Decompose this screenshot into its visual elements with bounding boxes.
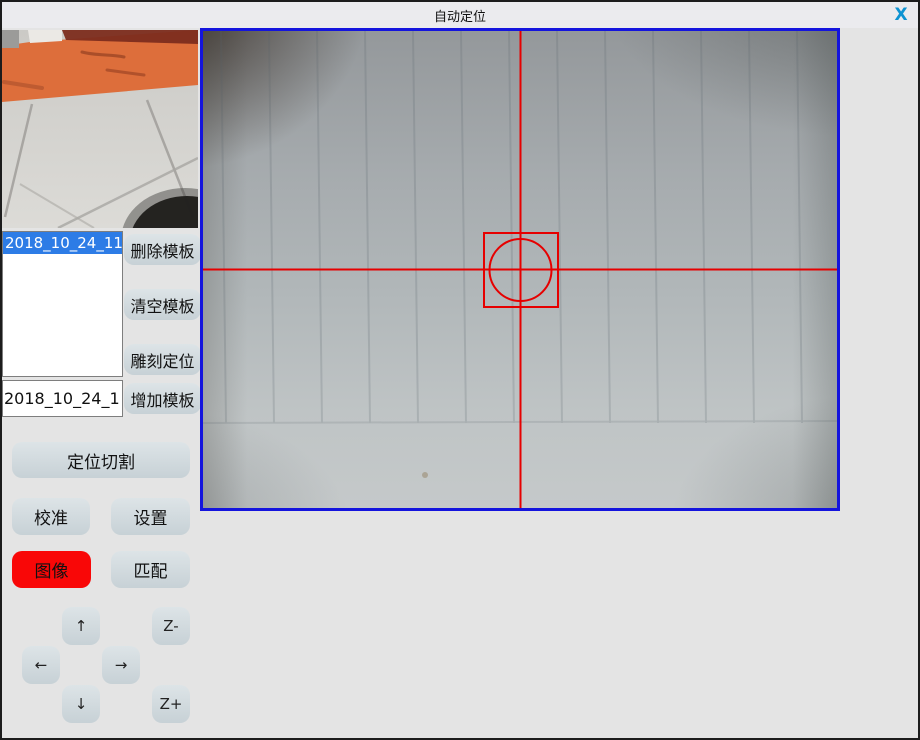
titlebar: 自动定位 X xyxy=(2,2,918,28)
thumbnail-graphic xyxy=(2,30,198,228)
z-minus-button[interactable]: Z- xyxy=(152,607,190,645)
add-template-button[interactable]: 增加模板 xyxy=(124,383,201,414)
window-title: 自动定位 xyxy=(434,6,486,25)
engrave-locate-button[interactable]: 雕刻定位 xyxy=(124,344,201,375)
auto-locate-dialog: 自动定位 X xyxy=(0,0,920,740)
close-icon[interactable]: X xyxy=(890,4,912,26)
camera-view[interactable] xyxy=(200,28,840,511)
jog-right-button[interactable]: → xyxy=(102,646,140,684)
z-plus-button[interactable]: Z+ xyxy=(152,685,190,723)
template-name-input[interactable] xyxy=(2,380,123,417)
match-button[interactable]: 匹配 xyxy=(111,551,190,588)
clear-templates-button[interactable]: 清空模板 xyxy=(124,289,201,320)
camera-feed xyxy=(203,31,837,508)
camera-overlay-graphic xyxy=(203,31,837,508)
dust-speck xyxy=(422,472,428,478)
calibrate-button[interactable]: 校准 xyxy=(12,498,90,535)
template-preview-image xyxy=(2,30,198,228)
template-list[interactable]: 2018_10_24_11 xyxy=(2,231,123,377)
template-list-item[interactable]: 2018_10_24_11 xyxy=(3,232,122,254)
jog-left-button[interactable]: ← xyxy=(22,646,60,684)
jog-up-button[interactable]: ↑ xyxy=(62,607,100,645)
locate-cut-button[interactable]: 定位切割 xyxy=(12,442,190,478)
crosshair-overlay xyxy=(203,31,837,508)
delete-template-button[interactable]: 删除模板 xyxy=(124,234,201,265)
settings-button[interactable]: 设置 xyxy=(111,498,190,535)
image-button[interactable]: 图像 xyxy=(12,551,91,588)
jog-down-button[interactable]: ↓ xyxy=(62,685,100,723)
